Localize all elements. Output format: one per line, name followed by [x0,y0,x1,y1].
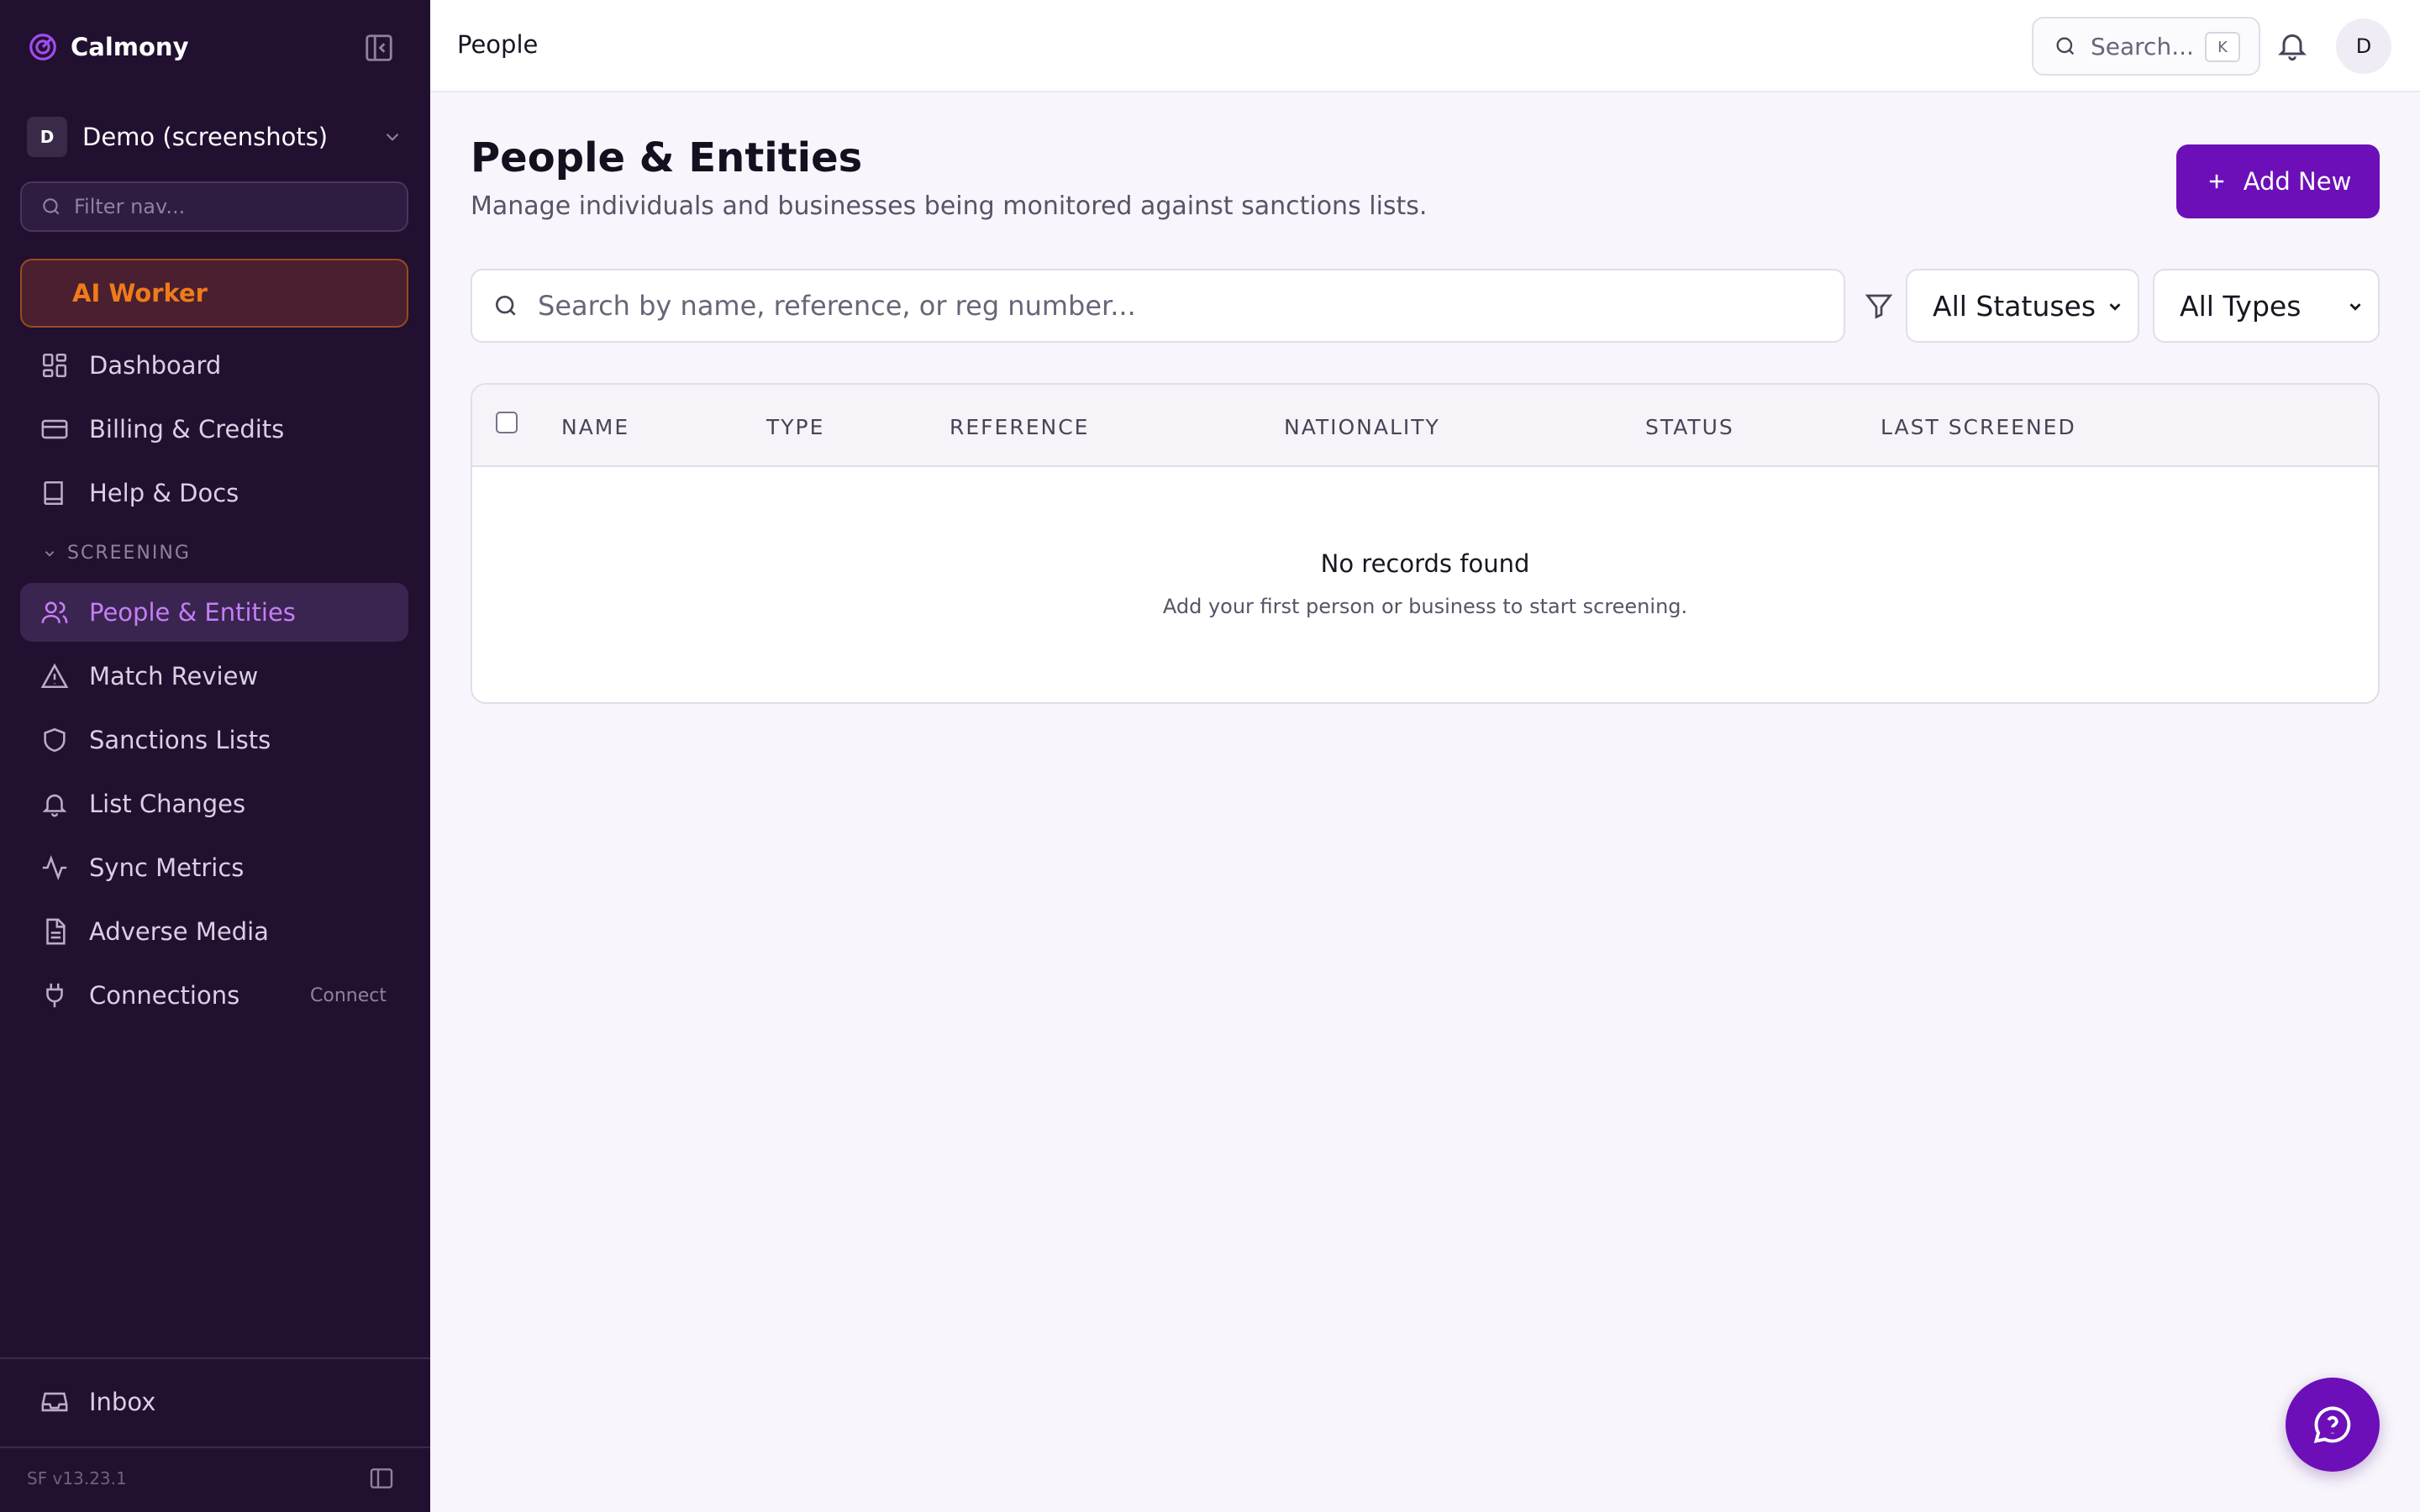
status-filter-select[interactable]: All Statuses [1906,269,2139,343]
nav-filter [20,181,408,232]
section-screening[interactable]: SCREENING [42,543,191,564]
notifications-bell-icon[interactable] [2275,29,2309,62]
records-table: NAME TYPE REFERENCE NATIONALITY STATUS L… [471,383,2380,704]
panel-toggle-icon[interactable] [368,1465,395,1492]
sidebar-item-people-entities[interactable]: People & Entities [20,583,408,642]
sidebar-item-help[interactable]: Help & Docs [20,464,408,522]
search-icon [43,198,60,215]
chat-support-button[interactable] [2286,1378,2380,1472]
keyboard-shortcut: K [2205,32,2240,62]
chevron-down-icon [386,133,399,141]
sidebar-item-label: Adverse Media [89,917,269,946]
column-header-reference[interactable]: REFERENCE [950,415,1089,439]
column-header-nationality[interactable]: NATIONALITY [1284,415,1440,439]
add-new-label: Add New [2243,167,2352,196]
dashboard-icon [42,353,67,378]
sidebar-item-match-review[interactable]: Match Review [20,647,408,706]
plus-icon [2209,174,2223,189]
select-all-checkbox[interactable] [496,412,518,433]
add-new-button[interactable]: Add New [2176,144,2380,218]
column-header-status[interactable]: STATUS [1645,415,1734,439]
column-header-name[interactable]: NAME [561,415,629,439]
empty-state-subtitle: Add your first person or business to sta… [1162,595,1688,618]
records-search [471,269,1845,343]
page-title: People & Entities [471,134,863,181]
type-filter-value: All Types [2180,289,2302,323]
sidebar-item-label: People & Entities [89,598,296,627]
org-avatar: D [27,117,67,157]
breadcrumb: People [457,30,539,59]
sidebar-item-label: Dashboard [89,351,222,380]
column-header-last-screened[interactable]: LAST SCREENED [1881,415,2076,439]
chevron-down-icon [2349,303,2361,311]
org-name: Demo (screenshots) [82,123,329,151]
credit-card-icon [41,419,68,439]
alert-triangle-icon [40,663,69,689]
search-icon [496,296,516,316]
sidebar-item-sync-metrics[interactable]: Sync Metrics [20,838,408,897]
plug-icon [46,983,63,1008]
sidebar-item-dashboard[interactable]: Dashboard [20,336,408,395]
global-search-button[interactable]: Search... K [2032,17,2260,76]
sidebar-item-inbox[interactable]: Inbox [20,1373,408,1431]
chat-help-icon [2313,1406,2351,1444]
chevron-down-icon [45,550,55,557]
nav-filter-input[interactable] [74,195,393,218]
sidebar-item-label: List Changes [89,790,246,818]
global-search-label: Search... [2091,32,2194,60]
book-icon [44,480,63,506]
activity-icon [42,855,67,880]
sidebar: Calmony D Demo (screenshots) AI Worker D… [0,0,430,1512]
file-text-icon [46,918,66,945]
status-filter-value: All Statuses [1933,289,2096,323]
sidebar-item-label: Match Review [89,662,259,690]
user-avatar[interactable]: D [2336,18,2391,74]
sidebar-item-connections[interactable]: Connections Connect [20,966,408,1025]
topbar: People Search... K D [430,0,2420,92]
empty-state-title: No records found [1320,549,1530,578]
page-subtitle: Manage individuals and businesses being … [471,192,1428,221]
sidebar-item-label: Sync Metrics [89,853,245,882]
org-switcher[interactable]: D Demo (screenshots) [27,116,403,158]
sidebar-item-label: Inbox [89,1388,156,1416]
column-header-type[interactable]: TYPE [766,415,824,439]
filter-icon[interactable] [1864,291,1894,321]
users-icon [41,601,68,623]
app-version: SF v13.23.1 [27,1468,127,1488]
divider [0,1357,430,1359]
sidebar-item-list-changes[interactable]: List Changes [20,774,408,833]
records-search-input[interactable] [538,290,1832,322]
brand[interactable]: Calmony [27,29,188,66]
calmony-logo-icon [29,34,56,60]
section-label: SCREENING [67,543,191,564]
sidebar-item-adverse-media[interactable]: Adverse Media [20,902,408,961]
table-header: NAME TYPE REFERENCE NATIONALITY STATUS L… [472,385,2378,467]
sidebar-item-sanctions-lists[interactable]: Sanctions Lists [20,711,408,769]
sidebar-item-label: Sanctions Lists [89,726,271,754]
divider [0,1446,430,1448]
chevron-down-icon [2109,303,2121,311]
type-filter-select[interactable]: All Types [2153,269,2380,343]
inbox-icon [41,1392,68,1412]
sidebar-item-billing[interactable]: Billing & Credits [20,400,408,459]
bell-icon [42,794,67,817]
connect-link[interactable]: Connect [310,985,387,1006]
sidebar-item-label: Billing & Credits [89,415,285,444]
app-name: Calmony [71,33,189,61]
sidebar-item-label: Connections [89,981,240,1010]
search-icon [2056,37,2075,55]
ai-worker-button[interactable]: AI Worker [20,259,408,328]
sidebar-item-label: Help & Docs [89,479,239,507]
collapse-sidebar-icon[interactable] [363,32,395,64]
shield-icon [44,727,66,753]
